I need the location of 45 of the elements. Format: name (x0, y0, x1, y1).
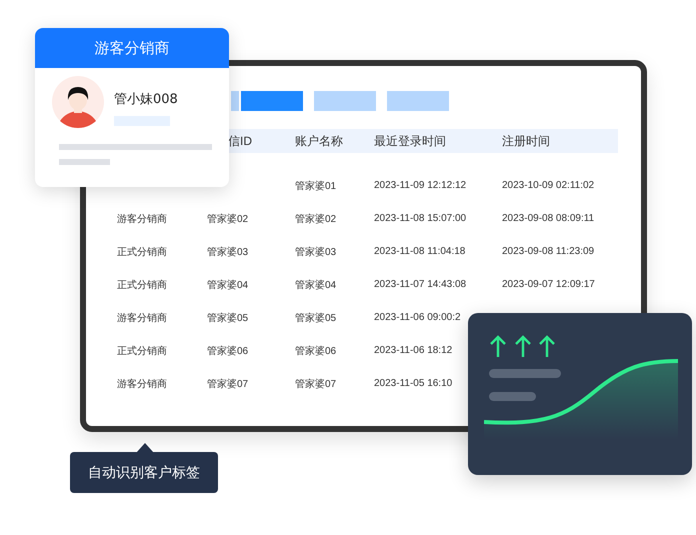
table-cell: 2023-11-06 18:12 (374, 345, 452, 356)
table-cell-text: 游客分销商 (117, 212, 167, 226)
placeholder-bar (59, 159, 110, 165)
table-cell-text: 正式分销商 (117, 278, 167, 292)
table-cell-text: 游客分销商 (117, 312, 167, 324)
column-header: 信ID (228, 132, 253, 150)
table-cell: 2023-10-09 02:11:02 (502, 180, 594, 191)
user-name: 管小妹008 (114, 91, 178, 108)
table-cell-text: 管家婆01 (295, 180, 336, 192)
table-cell: 2023-09-07 12:09:17 (502, 279, 595, 290)
column-header: 最近登录时间 (374, 132, 447, 150)
table-cell-text: 管家婆02 (295, 212, 336, 226)
placeholder-bar (489, 369, 561, 378)
table-cell-text: 管家婆07 (207, 378, 248, 390)
table-cell-text: 游客分销商 (117, 378, 167, 390)
table-cell-text: 管家婆06 (207, 344, 248, 358)
table-cell: 2023-11-05 16:10 (374, 378, 452, 389)
placeholder-bar (489, 392, 536, 401)
tab[interactable] (231, 91, 239, 111)
table-cell-text: 管家婆05 (207, 312, 248, 324)
table-cell-text: 管家婆03 (207, 246, 248, 258)
column-header: 账户名称 (295, 132, 344, 150)
table-cell: 2023-09-08 11:23:09 (502, 246, 594, 257)
table-cell-text: 管家婆05 (295, 312, 336, 324)
table-cell-text: 管家婆02 (207, 212, 248, 226)
table-cell: 2023-11-08 15:07:00 (374, 213, 466, 224)
table-cell: 2023-11-09 12:12:12 (374, 180, 466, 191)
table-cell-text: 正式分销商 (117, 246, 167, 258)
tab[interactable] (314, 91, 376, 111)
table-cell-text: 管家婆06 (295, 344, 336, 358)
avatar-icon (52, 76, 104, 128)
table-cell: 2023-09-08 08:09:11 (502, 213, 594, 224)
table-cell: 2023-11-07 14:43:08 (374, 279, 466, 290)
table-cell-text: 管家婆07 (295, 378, 336, 390)
table-cell: 2023-11-06 09:00:2 (374, 312, 461, 323)
table-cell-text: 管家婆04 (207, 278, 248, 292)
tab[interactable] (387, 91, 449, 111)
column-header: 注册时间 (502, 132, 551, 150)
tooltip: 自动识别客户标签 (70, 452, 218, 493)
table-cell-text: 正式分销商 (117, 344, 167, 358)
tab[interactable] (241, 91, 303, 111)
card-title: 游客分销商 (94, 38, 170, 58)
table-cell-text: 管家婆03 (295, 246, 336, 258)
table-cell-text: 管家婆04 (295, 278, 336, 292)
table-cell: 2023-11-08 11:04:18 (374, 246, 466, 257)
